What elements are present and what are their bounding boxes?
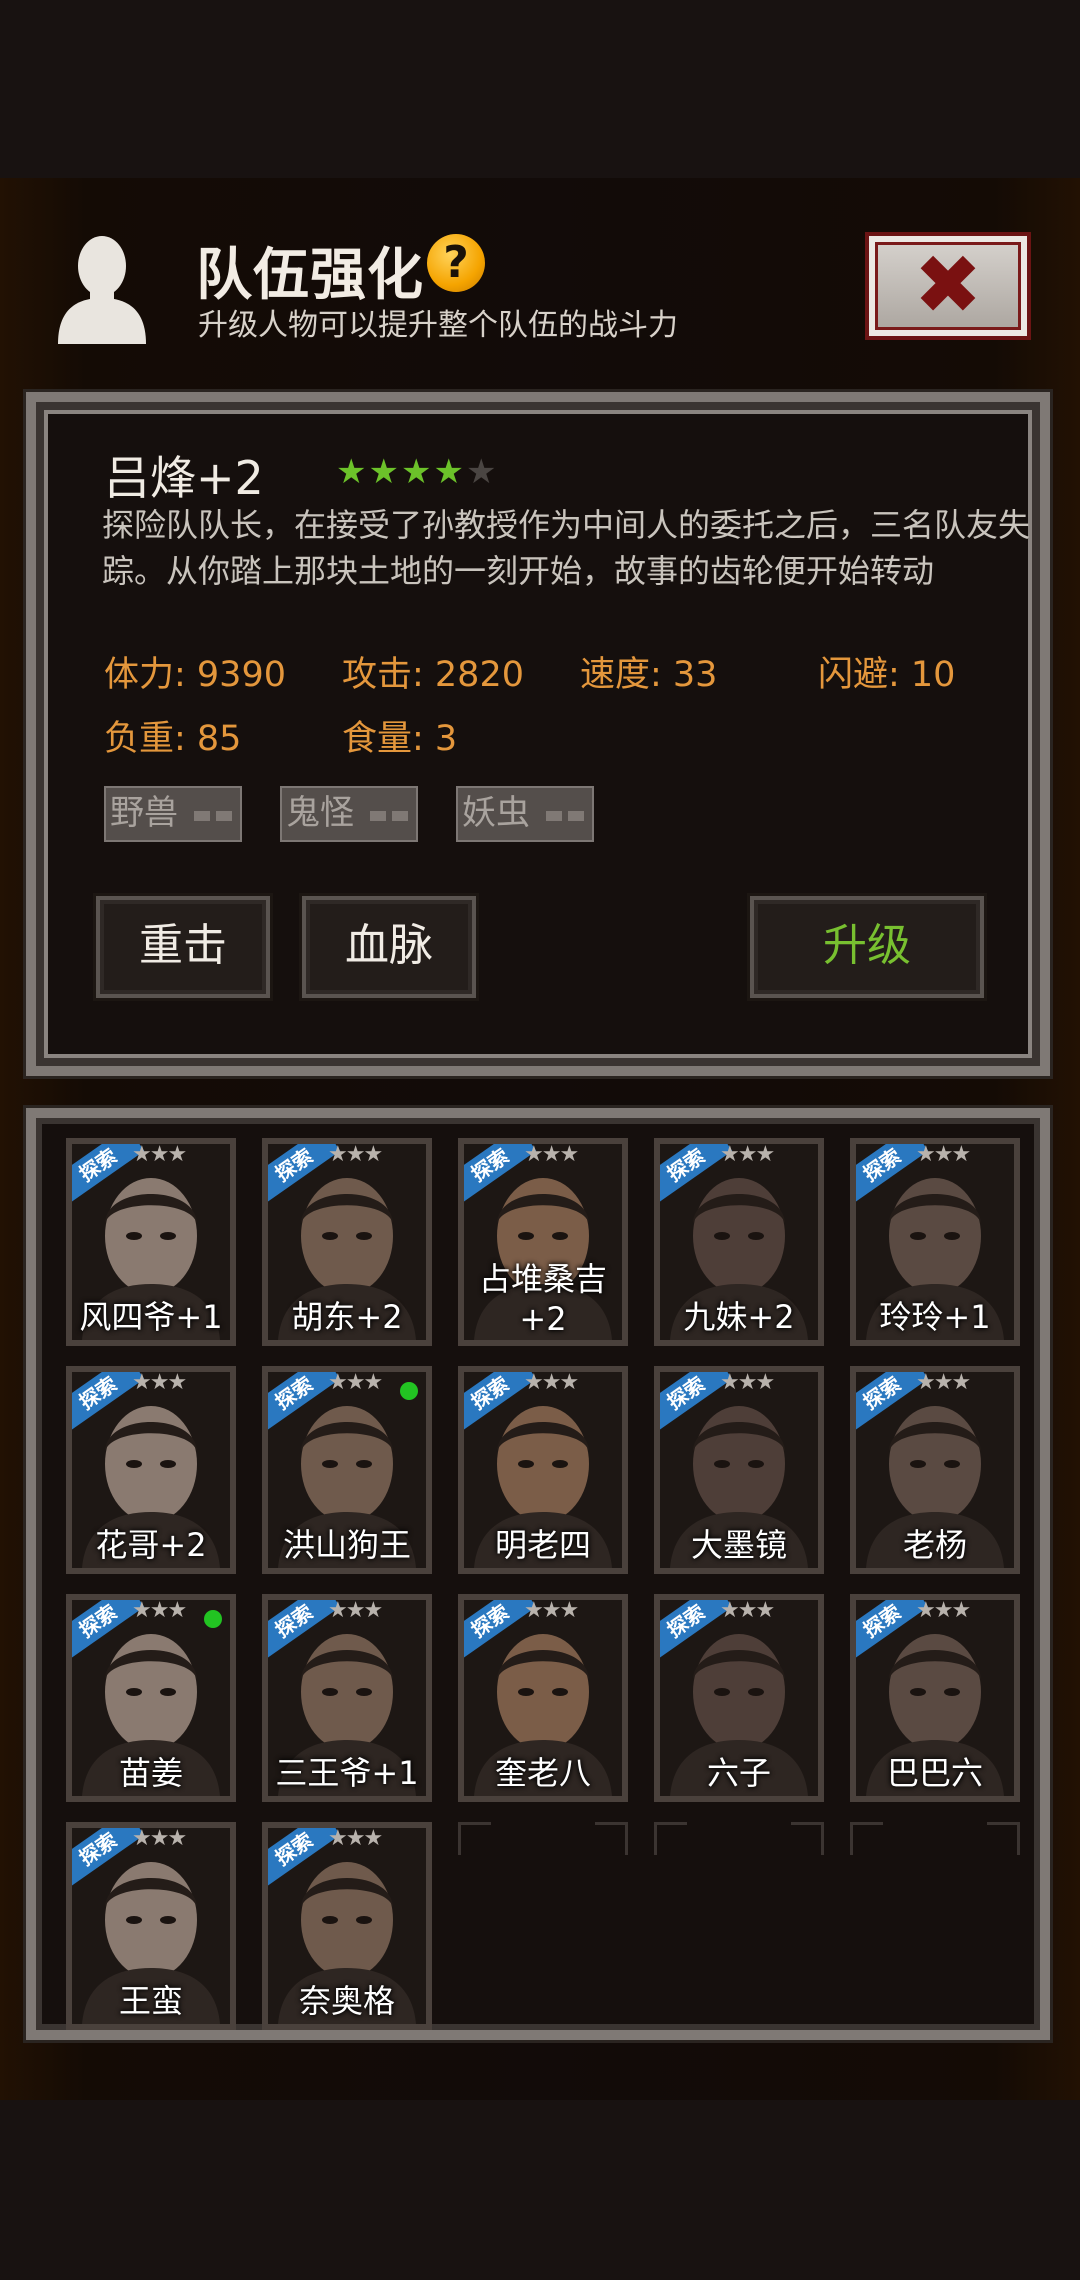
card-name: 风四爷+1 (79, 1298, 223, 1336)
stat-speed: 速度: 33 (580, 655, 718, 695)
card-stars: ★★★ (916, 1370, 971, 1395)
tag-label: 鬼怪 (286, 793, 354, 833)
star-filled-icon: ★ (433, 452, 464, 492)
tag-label: 妖虫 (462, 793, 530, 833)
tag-dots (194, 811, 232, 821)
star-filled-icon: ★ (400, 452, 432, 492)
skill-bloodline-button[interactable]: 血脉 (302, 896, 476, 998)
star-filled-icon: ★ (368, 452, 399, 492)
character-card[interactable]: 探索 ★★★ 明老四 (458, 1366, 628, 1574)
character-card[interactable]: 探索 ★★★ 王蛮 (66, 1822, 236, 2030)
page-title: 队伍强化 (196, 243, 424, 308)
character-card[interactable]: 探索 ★★★ 苗姜 (66, 1594, 236, 1802)
card-stars: ★★★ (132, 1370, 187, 1395)
card-stars: ★★★ (916, 1598, 971, 1623)
tag-dots (370, 811, 408, 821)
card-name: 王蛮 (118, 1982, 183, 2020)
character-name: 吕烽+2 (104, 451, 264, 505)
card-stars: ★★★ (720, 1598, 775, 1623)
character-card[interactable]: 探索 ★★★ 玲玲+1 (850, 1138, 1020, 1346)
star-filled-icon: ★ (336, 452, 367, 492)
tag-beast: 野兽 (104, 786, 242, 842)
tag-label: 野兽 (110, 793, 178, 833)
character-card[interactable]: 探索 ★★★ 三王爷+1 (262, 1594, 432, 1802)
character-card[interactable]: 探索 ★★★ 九妹+2 (654, 1138, 824, 1346)
notification-dot (400, 1382, 418, 1400)
card-name: 老杨 (902, 1526, 967, 1564)
character-card[interactable]: 探索 ★★★ 奎老八 (458, 1594, 628, 1802)
card-name: 大墨镜 (690, 1526, 787, 1564)
card-stars: ★★★ (720, 1370, 775, 1395)
card-name: 占堆桑吉+2 (478, 1260, 607, 1338)
character-detail-panel: 吕烽+2 ★★★★★ 探险队队长，在接受了孙教授作为中间人的委托之后，三名队友失… (26, 392, 1050, 1076)
card-name: 九妹+2 (683, 1298, 795, 1336)
stat-attack: 攻击: 2820 (342, 655, 524, 695)
card-stars: ★★★ (328, 1598, 383, 1623)
profile-silhouette-icon (58, 236, 146, 344)
bottom-bar (0, 2100, 1080, 2280)
character-card[interactable]: 探索 ★★★ 胡东+2 (262, 1138, 432, 1346)
card-name: 苗姜 (118, 1754, 183, 1792)
card-name: 洪山狗王 (282, 1526, 411, 1564)
character-roster: 探索 ★★★ 风四爷+1 探索 ★★★ 胡东+2 探索 ★★★ 占堆桑吉+2 探索 ★★★ 九妹+2 探… (26, 1108, 1050, 2040)
card-name: 明老四 (494, 1526, 591, 1564)
character-description: 探险队队长，在接受了孙教授作为中间人的委托之后，三名队友失踪。从你踏上那块土地的… (102, 506, 1031, 590)
star-empty-icon: ★ (465, 452, 497, 492)
close-button[interactable]: ✖ (865, 232, 1031, 340)
card-name: 巴巴六 (886, 1754, 983, 1792)
card-stars: ★★★ (328, 1826, 383, 1851)
character-rating: ★★★★★ (336, 452, 498, 492)
character-card[interactable]: 探索 ★★★ 大墨镜 (654, 1366, 824, 1574)
stat-stamina: 体力: 9390 (104, 655, 286, 695)
card-stars: ★★★ (524, 1142, 579, 1167)
card-stars: ★★★ (328, 1370, 383, 1395)
character-card[interactable]: 探索 ★★★ 六子 (654, 1594, 824, 1802)
card-name: 奎老八 (494, 1754, 591, 1792)
card-stars: ★★★ (328, 1142, 383, 1167)
card-stars: ★★★ (720, 1142, 775, 1167)
empty-slot (850, 1822, 1020, 2020)
upgrade-button[interactable]: 升级 (750, 896, 984, 998)
notification-dot (204, 1610, 222, 1628)
empty-slot (654, 1822, 824, 2020)
card-stars: ★★★ (524, 1370, 579, 1395)
card-stars: ★★★ (132, 1826, 187, 1851)
page-subtitle: 升级人物可以提升整个队伍的战斗力 (198, 308, 678, 343)
tag-dots (546, 811, 584, 821)
card-stars: ★★★ (524, 1598, 579, 1623)
stat-dodge: 闪避: 10 (818, 655, 956, 695)
stat-load: 负重: 85 (104, 719, 242, 759)
card-stars: ★★★ (132, 1598, 187, 1623)
character-card[interactable]: 探索 ★★★ 洪山狗王 (262, 1366, 432, 1574)
card-name: 奈奥格 (298, 1982, 395, 2020)
character-card[interactable]: 探索 ★★★ 老杨 (850, 1366, 1020, 1574)
card-name: 玲玲+1 (879, 1298, 991, 1336)
close-icon: ✖ (913, 238, 983, 333)
card-stars: ★★★ (916, 1142, 971, 1167)
tag-ghost: 鬼怪 (280, 786, 418, 842)
card-stars: ★★★ (132, 1142, 187, 1167)
character-card[interactable]: 探索 ★★★ 巴巴六 (850, 1594, 1020, 1802)
skill-heavy-strike-button[interactable]: 重击 (96, 896, 270, 998)
tag-insect: 妖虫 (456, 786, 594, 842)
help-icon[interactable]: ? (427, 234, 485, 292)
card-name: 花哥+2 (95, 1526, 207, 1564)
character-card[interactable]: 探索 ★★★ 风四爷+1 (66, 1138, 236, 1346)
empty-slot (458, 1822, 628, 2020)
card-name: 三王爷+1 (275, 1754, 419, 1792)
stat-food: 食量: 3 (342, 719, 458, 759)
card-name: 胡东+2 (291, 1298, 403, 1336)
top-bar (0, 0, 1080, 178)
character-card[interactable]: 探索 ★★★ 花哥+2 (66, 1366, 236, 1574)
card-name: 六子 (706, 1754, 771, 1792)
character-card[interactable]: 探索 ★★★ 占堆桑吉+2 (458, 1138, 628, 1346)
character-card[interactable]: 探索 ★★★ 奈奥格 (262, 1822, 432, 2030)
